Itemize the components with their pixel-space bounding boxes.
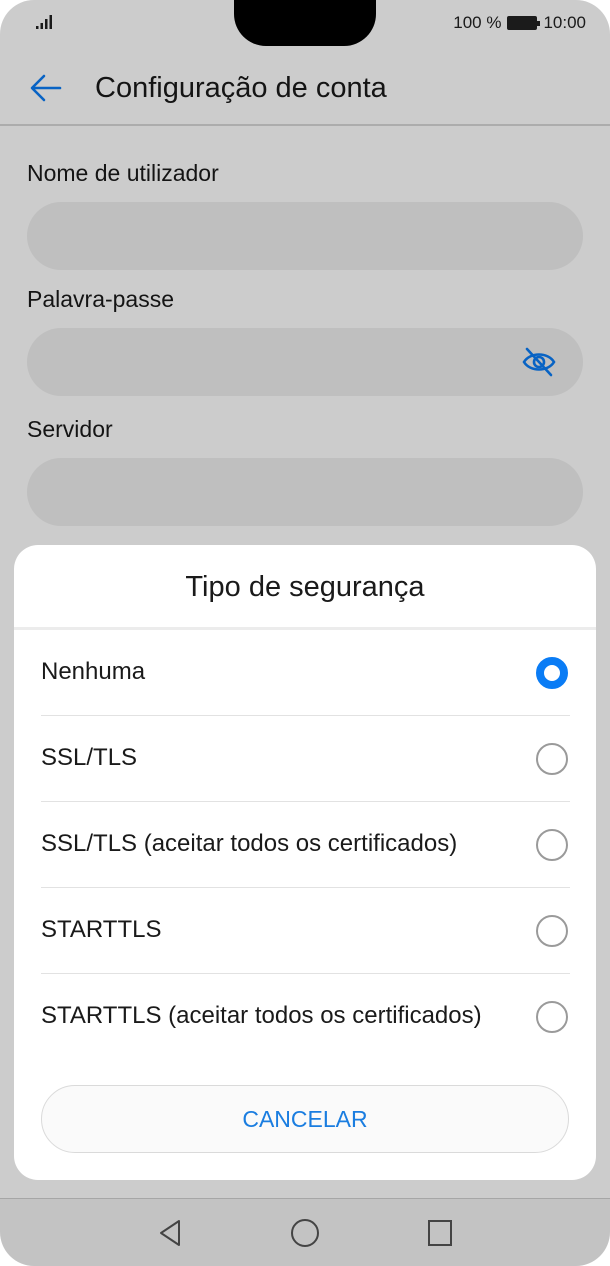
dialog-title: Tipo de segurança (185, 571, 425, 603)
radio-unselected-icon[interactable] (536, 1001, 568, 1033)
option-none[interactable]: Nenhuma (41, 630, 570, 716)
option-ssl-tls[interactable]: SSL/TLS (41, 716, 570, 802)
security-type-dialog: Tipo de segurança Nenhuma SSL/TLS SSL/TL… (14, 545, 596, 1180)
option-label: SSL/TLS (41, 744, 138, 771)
option-starttls[interactable]: STARTTLS (41, 888, 570, 974)
option-label: STARTTLS (41, 916, 162, 943)
phone-screen: 100 % 10:00 Configuração de conta Nome d… (0, 0, 610, 1266)
option-label: Nenhuma (41, 658, 146, 685)
radio-selected-icon[interactable] (536, 657, 568, 689)
radio-unselected-icon[interactable] (536, 829, 568, 861)
option-label: STARTTLS (aceitar todos os certificados) (41, 1002, 482, 1029)
radio-unselected-icon[interactable] (536, 915, 568, 947)
option-label: SSL/TLS (aceitar todos os certificados) (41, 830, 458, 857)
option-starttls-accept-all[interactable]: STARTTLS (aceitar todos os certificados) (41, 974, 570, 1060)
cancel-button[interactable]: CANCELAR (41, 1085, 569, 1153)
option-ssl-tls-accept-all[interactable]: SSL/TLS (aceitar todos os certificados) (41, 802, 570, 888)
radio-unselected-icon[interactable] (536, 743, 568, 775)
